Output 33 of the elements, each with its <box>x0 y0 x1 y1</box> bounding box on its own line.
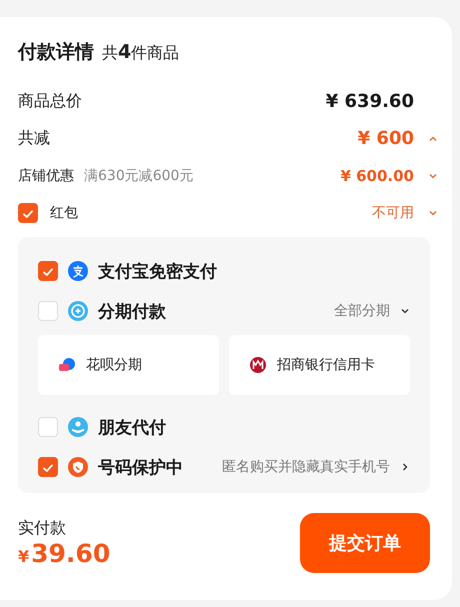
option-label: 朋友代付 <box>98 416 166 438</box>
option-label: 分期付款 <box>98 300 166 322</box>
option-label: 号码保护中 <box>98 456 183 478</box>
installment-plan[interactable]: 招商银行信用卡 <box>229 335 410 395</box>
installment-icon <box>68 301 88 321</box>
row-label: 商品总价 <box>18 91 82 112</box>
hand-icon <box>68 417 88 437</box>
submit-order-button[interactable]: 提交订单 <box>300 513 430 573</box>
discount-value: ¥ 600.00 <box>340 166 414 184</box>
chevron-icon[interactable] <box>400 462 410 472</box>
alipay-icon <box>68 261 88 281</box>
option-link[interactable]: 匿名购买并隐藏真实手机号 <box>222 458 390 476</box>
option-link[interactable]: 全部分期 <box>334 302 390 320</box>
row-label: 共减 <box>18 128 50 149</box>
item-count: 共4件商品 <box>102 41 180 64</box>
status-text: 不可用 <box>372 204 414 222</box>
bank-logo-icon <box>249 356 267 374</box>
price-value: ¥ 639.60 <box>326 91 414 112</box>
discount-rule: 满630元减600元 <box>84 166 194 184</box>
checkbox[interactable] <box>38 261 58 281</box>
row-label: 店铺优惠 <box>18 166 74 184</box>
installment-plan[interactable]: 花呗分期 <box>38 335 219 395</box>
chevron-icon[interactable] <box>400 306 410 316</box>
checkbox[interactable] <box>38 457 58 477</box>
row-label: 红包 <box>50 204 78 222</box>
section-title: 付款详情 <box>18 40 94 65</box>
option-label: 支付宝免密支付 <box>98 260 217 282</box>
amount-label: 实付款 <box>18 518 67 539</box>
shield-icon <box>68 457 88 477</box>
checkbox[interactable] <box>18 202 38 222</box>
total-amount: ¥39.60 <box>18 539 110 568</box>
huabei-icon <box>58 356 76 374</box>
discount-value: ¥ 600 <box>358 128 414 149</box>
